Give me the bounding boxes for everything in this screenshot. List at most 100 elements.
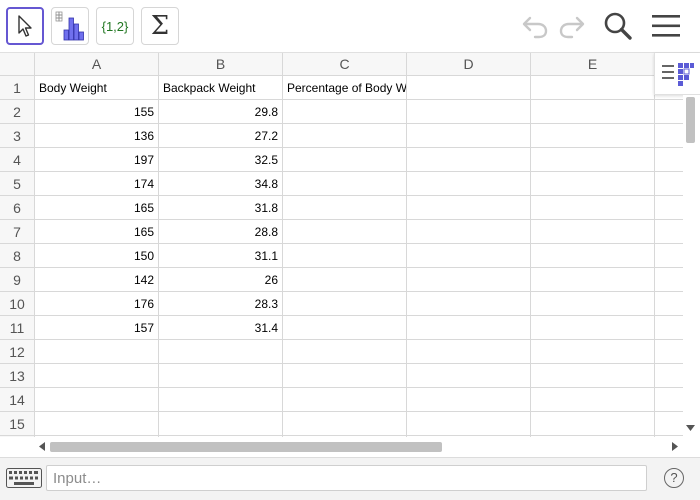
- one-variable-analysis-button[interactable]: [51, 7, 89, 45]
- row-header-13[interactable]: 13: [0, 364, 35, 388]
- cell-e7[interactable]: [531, 220, 655, 244]
- cell-e13[interactable]: [531, 364, 655, 388]
- cell-d8[interactable]: [407, 244, 531, 268]
- cell-a10[interactable]: 176: [35, 292, 159, 316]
- cell-a5[interactable]: 174: [35, 172, 159, 196]
- cell-f3[interactable]: [655, 124, 683, 148]
- cell-b15[interactable]: [159, 412, 283, 436]
- row-header-10[interactable]: 10: [0, 292, 35, 316]
- cell-c9[interactable]: [283, 268, 407, 292]
- row-header-9[interactable]: 9: [0, 268, 35, 292]
- cell-e3[interactable]: [531, 124, 655, 148]
- style-bar-toggle-button[interactable]: [654, 53, 700, 95]
- cell-b13[interactable]: [159, 364, 283, 388]
- cell-c11[interactable]: [283, 316, 407, 340]
- cell-d11[interactable]: [407, 316, 531, 340]
- sum-tool-button[interactable]: Σ: [141, 7, 179, 45]
- cell-a14[interactable]: [35, 388, 159, 412]
- cell-d6[interactable]: [407, 196, 531, 220]
- keyboard-toggle-button[interactable]: [3, 465, 45, 491]
- move-tool-button[interactable]: [6, 7, 44, 45]
- row-header-4[interactable]: 4: [0, 148, 35, 172]
- cell-d7[interactable]: [407, 220, 531, 244]
- column-header-c[interactable]: C: [283, 53, 407, 76]
- cell-f10[interactable]: [655, 292, 683, 316]
- cell-c10[interactable]: [283, 292, 407, 316]
- cell-f4[interactable]: [655, 148, 683, 172]
- cell-a13[interactable]: [35, 364, 159, 388]
- cell-f5[interactable]: [655, 172, 683, 196]
- grid-corner[interactable]: [0, 53, 35, 76]
- row-header-8[interactable]: 8: [0, 244, 35, 268]
- cell-b7[interactable]: 28.8: [159, 220, 283, 244]
- row-header-16[interactable]: 16: [0, 436, 35, 437]
- cell-b14[interactable]: [159, 388, 283, 412]
- cell-c5[interactable]: [283, 172, 407, 196]
- main-menu-button[interactable]: [650, 10, 682, 42]
- spreadsheet-grid[interactable]: A B C D E 1 Body Weight Backpack Weight Per…: [0, 53, 683, 437]
- cell-c8[interactable]: [283, 244, 407, 268]
- cell-a16[interactable]: [35, 436, 159, 437]
- cell-d4[interactable]: [407, 148, 531, 172]
- cell-b9[interactable]: 26: [159, 268, 283, 292]
- cell-b2[interactable]: 29.8: [159, 100, 283, 124]
- cell-f2[interactable]: [655, 100, 683, 124]
- column-header-d[interactable]: D: [407, 53, 531, 76]
- cell-d10[interactable]: [407, 292, 531, 316]
- cell-e15[interactable]: [531, 412, 655, 436]
- cell-b8[interactable]: 31.1: [159, 244, 283, 268]
- column-header-a[interactable]: A: [35, 53, 159, 76]
- cell-f15[interactable]: [655, 412, 683, 436]
- cell-b4[interactable]: 32.5: [159, 148, 283, 172]
- cell-c16[interactable]: [283, 436, 407, 437]
- cell-d14[interactable]: [407, 388, 531, 412]
- cell-e5[interactable]: [531, 172, 655, 196]
- cell-d9[interactable]: [407, 268, 531, 292]
- column-header-e[interactable]: E: [531, 53, 655, 76]
- cell-b3[interactable]: 27.2: [159, 124, 283, 148]
- cell-d5[interactable]: [407, 172, 531, 196]
- cell-e10[interactable]: [531, 292, 655, 316]
- horizontal-scrollbar-thumb[interactable]: [50, 442, 442, 452]
- cell-c3[interactable]: [283, 124, 407, 148]
- cell-a12[interactable]: [35, 340, 159, 364]
- cell-e11[interactable]: [531, 316, 655, 340]
- row-header-11[interactable]: 11: [0, 316, 35, 340]
- cell-b16[interactable]: [159, 436, 283, 437]
- vertical-scrollbar-thumb[interactable]: [686, 97, 695, 143]
- vertical-scrollbar[interactable]: [683, 95, 700, 437]
- help-button[interactable]: ?: [664, 468, 684, 488]
- cell-b5[interactable]: 34.8: [159, 172, 283, 196]
- cell-e2[interactable]: [531, 100, 655, 124]
- cell-a3[interactable]: 136: [35, 124, 159, 148]
- row-header-1[interactable]: 1: [0, 76, 35, 100]
- scroll-right-arrow-icon[interactable]: [672, 442, 678, 451]
- cell-a2[interactable]: 155: [35, 100, 159, 124]
- cell-c2[interactable]: [283, 100, 407, 124]
- cell-c7[interactable]: [283, 220, 407, 244]
- algebra-input-field[interactable]: [46, 465, 647, 491]
- cell-d1[interactable]: [407, 76, 531, 100]
- row-header-3[interactable]: 3: [0, 124, 35, 148]
- cell-f14[interactable]: [655, 388, 683, 412]
- horizontal-scrollbar[interactable]: [35, 439, 683, 455]
- cell-f11[interactable]: [655, 316, 683, 340]
- redo-button[interactable]: [556, 10, 588, 42]
- cell-b10[interactable]: 28.3: [159, 292, 283, 316]
- cell-a4[interactable]: 197: [35, 148, 159, 172]
- search-button[interactable]: [602, 10, 634, 42]
- cell-b6[interactable]: 31.8: [159, 196, 283, 220]
- cell-a1[interactable]: Body Weight: [35, 76, 159, 100]
- cell-a6[interactable]: 165: [35, 196, 159, 220]
- undo-button[interactable]: [519, 10, 551, 42]
- cell-a7[interactable]: 165: [35, 220, 159, 244]
- cell-d2[interactable]: [407, 100, 531, 124]
- cell-f6[interactable]: [655, 196, 683, 220]
- cell-b11[interactable]: 31.4: [159, 316, 283, 340]
- cell-c15[interactable]: [283, 412, 407, 436]
- cell-e8[interactable]: [531, 244, 655, 268]
- scroll-down-arrow-icon[interactable]: [686, 425, 695, 431]
- cell-e14[interactable]: [531, 388, 655, 412]
- cell-e6[interactable]: [531, 196, 655, 220]
- cell-c1[interactable]: Percentage of Body W: [283, 76, 407, 100]
